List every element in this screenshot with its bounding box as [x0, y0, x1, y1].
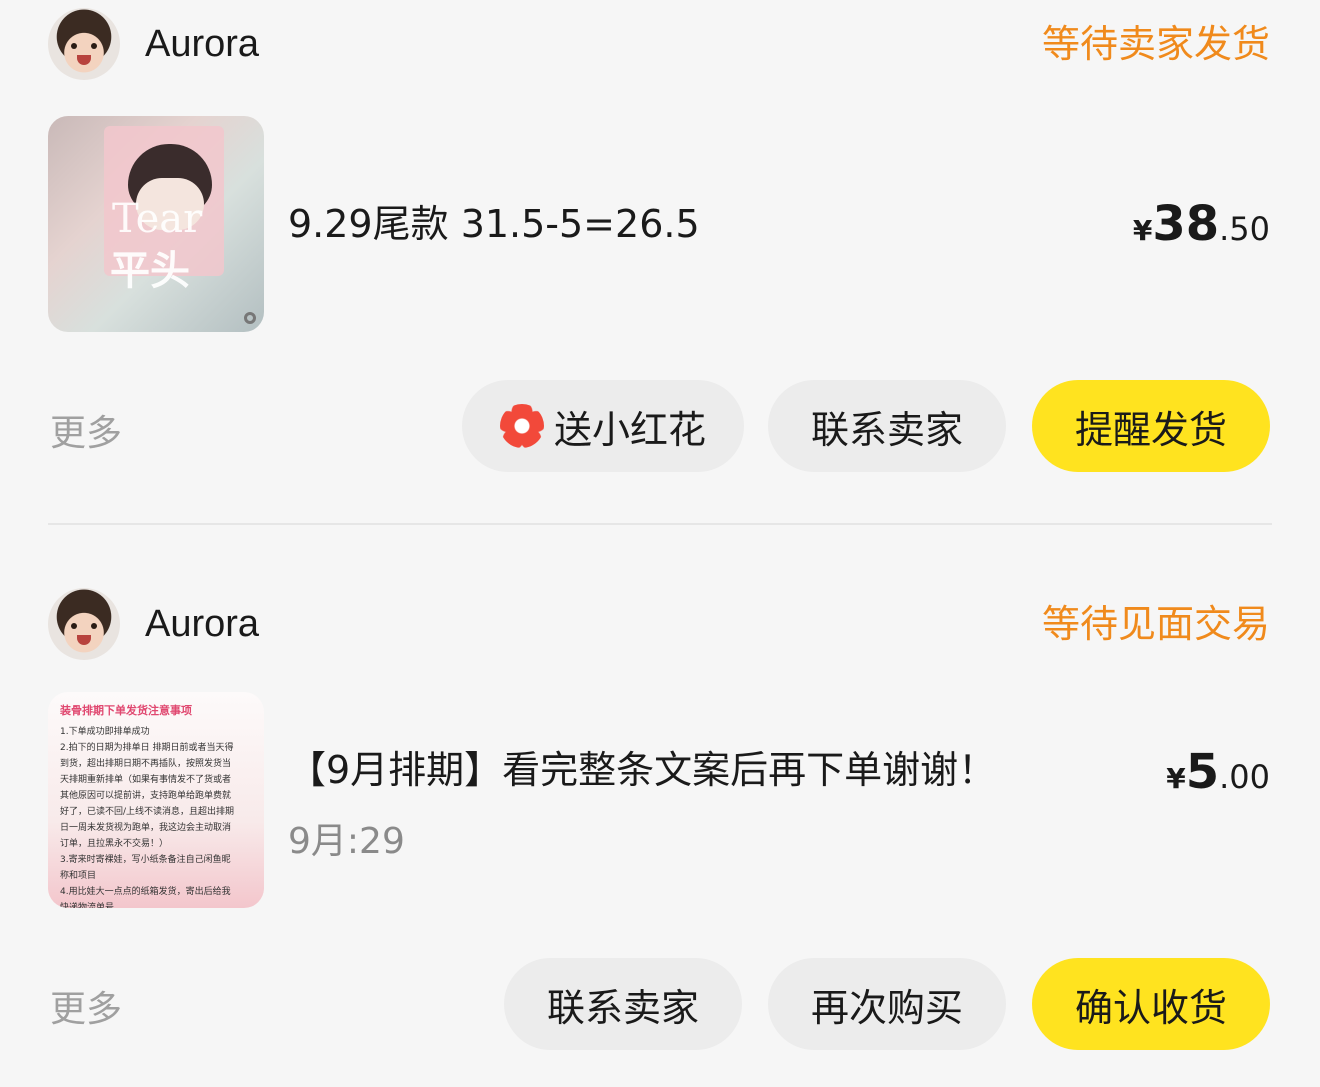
thumbnail-line: 好了，已读不回/上线不读消息，且超出排期	[60, 807, 235, 817]
product-thumbnail[interactable]: Tear 平头	[48, 116, 264, 332]
product-title[interactable]: 【9月排期】看完整条文案后再下单谢谢！	[288, 746, 996, 794]
currency-symbol: ¥	[1166, 762, 1186, 795]
seller-name[interactable]: Aurora	[145, 18, 259, 70]
avatar-mouth	[77, 55, 91, 65]
thumbnail-line: 2.拍下的日期为排单日 排期日前或者当天得	[60, 743, 234, 753]
avatar-eye	[91, 43, 97, 49]
more-link[interactable]: 更多	[50, 980, 122, 1032]
order-status: 等待卖家发货	[1041, 22, 1270, 66]
price-decimal: .00	[1219, 758, 1270, 796]
order-divider	[48, 523, 1272, 525]
thumbnail-line: 日一周未发货视为跑单，我这边会主动取消	[60, 823, 232, 833]
more-link[interactable]: 更多	[50, 404, 122, 456]
avatar-mouth	[77, 635, 91, 645]
thumbnail-heading: 装骨排期下单发货注意事项	[60, 704, 192, 717]
remind-shipping-button[interactable]: 提醒发货	[1032, 380, 1270, 472]
order-price: ¥5.00	[1166, 744, 1270, 800]
product-thumbnail[interactable]: 装骨排期下单发货注意事项 1.下单成功即排单成功 2.拍下的日期为排单日 排期日…	[48, 692, 264, 908]
avatar-eye	[91, 623, 97, 629]
avatar-eye	[71, 623, 77, 629]
thumbnail-line: 4.用比娃大一点点的纸箱发货，寄出后给我	[60, 887, 231, 897]
buy-again-button[interactable]: 再次购买	[768, 958, 1006, 1050]
thumbnail-line: 其他原因可以提前讲，支持跑单给跑单费就	[60, 791, 232, 801]
price-integer: 38	[1152, 196, 1220, 252]
send-flower-button[interactable]: 送小红花	[462, 380, 744, 472]
product-title[interactable]: 9.29尾款 31.5-5=26.5	[288, 200, 700, 248]
order-status: 等待见面交易	[1041, 602, 1270, 646]
thumbnail-line: 快递物流单号	[60, 903, 115, 908]
order-card[interactable]: Aurora 等待卖家发货 Tear 平头 9.29尾款 31.5-5=26.5…	[48, 0, 1272, 480]
price-decimal: .50	[1219, 210, 1270, 248]
order-header: Aurora 等待卖家发货	[48, 8, 1272, 80]
contact-seller-button[interactable]: 联系卖家	[768, 380, 1006, 472]
seller-name[interactable]: Aurora	[145, 598, 259, 650]
contact-seller-button[interactable]: 联系卖家	[504, 958, 742, 1050]
video-indicator-icon	[244, 312, 256, 324]
product-subtitle: 9月:29	[288, 821, 405, 862]
order-header: Aurora 等待见面交易	[48, 588, 1272, 660]
order-price: ¥38.50	[1133, 196, 1270, 252]
seller-avatar[interactable]	[48, 8, 120, 80]
price-integer: 5	[1185, 744, 1220, 800]
thumbnail-line: 到货，超出排期日期不再插队，按照发货当	[60, 759, 232, 769]
avatar-eye	[71, 43, 77, 49]
thumbnail-line: 订单，且拉黑永不交易！）	[60, 839, 169, 849]
thumbnail-line: 天排期重新排单（如果有事情发不了货或者	[60, 775, 232, 785]
thumbnail-line: 1.下单成功即排单成功	[60, 727, 150, 737]
thumbnail-line: 3.寄来时寄裸娃，写小纸条备注自己闲鱼昵	[60, 855, 231, 865]
thumbnail-line: 称和项目	[60, 871, 97, 881]
flower-icon	[499, 404, 544, 448]
seller-avatar[interactable]	[48, 588, 120, 660]
thumbnail-text: Tear	[112, 196, 203, 242]
order-list: Aurora 等待卖家发货 Tear 平头 9.29尾款 31.5-5=26.5…	[0, 0, 1320, 1087]
confirm-receipt-button[interactable]: 确认收货	[1032, 958, 1270, 1050]
send-flower-label: 送小红花	[553, 407, 706, 452]
currency-symbol: ¥	[1132, 214, 1153, 247]
thumbnail-text: 平头	[110, 248, 190, 294]
order-card[interactable]: Aurora 等待见面交易 装骨排期下单发货注意事项 1.下单成功即排单成功 2…	[48, 580, 1272, 1060]
